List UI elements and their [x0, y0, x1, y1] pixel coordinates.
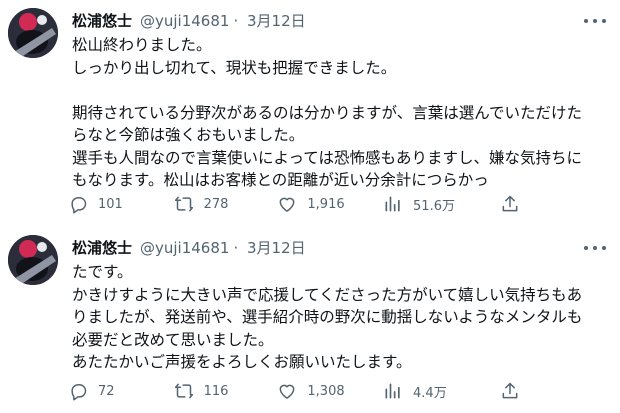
share-button[interactable]	[500, 194, 530, 214]
separator: ·	[233, 12, 239, 30]
tweet-line: もなります。松山はお客様との距離が近い分余計につらかっ	[72, 171, 489, 189]
views-button[interactable]: 51.6万	[383, 194, 500, 214]
retweet-count: 278	[203, 196, 229, 212]
action-bar: 72 116 1,308 4.4万	[68, 381, 530, 401]
views-icon	[385, 196, 400, 212]
like-button[interactable]: 1,916	[277, 194, 383, 214]
reply-button[interactable]: 101	[68, 194, 174, 214]
avatar[interactable]	[8, 8, 58, 58]
more-icon[interactable]	[584, 12, 606, 30]
views-icon	[385, 383, 400, 399]
retweet-count: 116	[203, 383, 229, 399]
reply-button[interactable]: 72	[68, 381, 174, 401]
views-button[interactable]: 4.4万	[383, 381, 500, 401]
display-name[interactable]: 松浦悠士	[72, 237, 132, 258]
tweet-meta: @yuji14681 · 3月12日	[140, 10, 310, 31]
tweet-meta: @yuji14681 · 3月12日	[140, 237, 310, 258]
retweet-button[interactable]: 116	[174, 381, 278, 401]
tweet[interactable]: 松浦悠士 @yuji14681 · 3月12日 たです。 かきけすように大きい声で…	[0, 225, 620, 413]
tweet-line	[72, 79, 600, 102]
reply-count: 101	[98, 196, 123, 212]
share-icon	[502, 195, 518, 212]
tweet-line: 必要だと改めて思いました。	[72, 330, 274, 349]
tweet-line: かきけすように大きい声で応援してくださった方がいて嬉しい気持ちもあ	[72, 285, 583, 304]
share-icon	[502, 382, 518, 399]
handle[interactable]: @yuji14681	[140, 239, 229, 257]
tweet-line: 期待されている分野次があるのは分かりますが、言葉は選んでいただけた	[72, 103, 582, 122]
tweet-line: りましたが、発送前や、選手紹介時の野次に動揺しないようなメンタルも	[72, 308, 583, 326]
action-bar: 101 278 1,916 51.6万	[68, 194, 530, 214]
tweet[interactable]: 松浦悠士 @yuji14681 · 3月12日 松山終わりました。 しっかり出し切…	[0, 0, 620, 220]
tweet-line: らなと今節は強くおもいました。	[72, 126, 305, 144]
more-icon[interactable]	[584, 239, 606, 257]
separator: ·	[233, 239, 239, 257]
display-name[interactable]: 松浦悠士	[72, 10, 132, 31]
views-count: 51.6万	[413, 198, 455, 214]
avatar[interactable]	[8, 235, 58, 285]
tweet-line: たです。	[72, 263, 133, 281]
tweet-line: 選手も人間なので言葉使いによっては恐怖感もありますし、嫌な気持ちに	[72, 148, 582, 167]
share-button[interactable]	[500, 381, 530, 401]
like-count: 1,916	[307, 196, 345, 212]
tweet-line: 松山終わりました。	[72, 36, 212, 54]
reply-icon	[71, 197, 87, 214]
tweet-line: しっかり出し切れて、現状も把握できました。	[72, 58, 397, 77]
like-icon	[279, 197, 295, 212]
like-icon	[279, 384, 295, 399]
retweet-button[interactable]: 278	[174, 194, 278, 214]
retweet-icon	[174, 383, 193, 399]
like-button[interactable]: 1,308	[277, 381, 383, 401]
handle[interactable]: @yuji14681	[140, 12, 229, 30]
tweet-text: たです。 かきけすように大きい声で応援してくださった方がいて嬉しい気持ちもあ り…	[72, 261, 600, 374]
like-count: 1,308	[307, 383, 345, 399]
views-count: 4.4万	[413, 385, 447, 401]
tweet-text: 松山終わりました。 しっかり出し切れて、現状も把握できました。 期待されている分…	[72, 34, 600, 192]
reply-count: 72	[98, 383, 115, 399]
timestamp[interactable]: 3月12日	[247, 239, 306, 257]
retweet-icon	[174, 196, 193, 212]
timestamp[interactable]: 3月12日	[247, 12, 306, 30]
reply-icon	[71, 384, 87, 401]
tweet-line: あたたかいご声援をよろしくお願いいたします。	[72, 353, 412, 371]
